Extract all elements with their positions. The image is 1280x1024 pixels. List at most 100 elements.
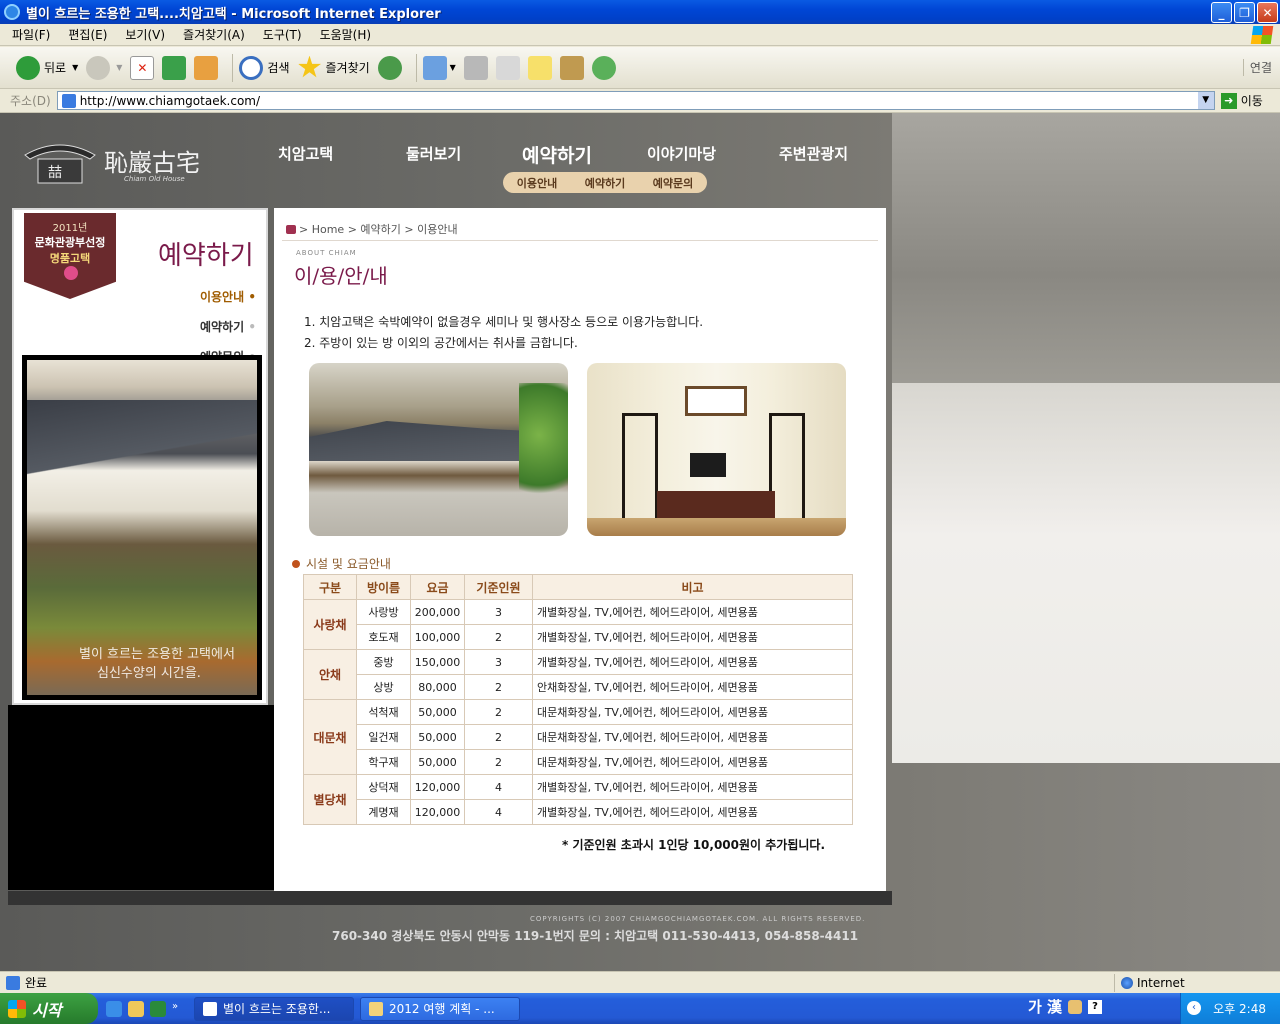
menu-tools[interactable]: 도구(T) [263,26,302,43]
status-bar: 완료 Internet [0,971,1280,993]
maximize-button[interactable]: ❐ [1234,2,1255,23]
history-button[interactable] [377,55,402,80]
mail-button[interactable]: ▼ [422,55,456,80]
window-title: 별이 흐르는 조용한 고택....치암고택 - Microsoft Intern… [26,6,441,22]
room-note: 개별화장실, TV,에어컨, 헤어드라이어, 세면용품 [532,599,853,625]
room-fee: 120,000 [410,799,465,825]
excel-quicklaunch-icon[interactable] [150,1000,166,1017]
room-people: 2 [464,699,533,725]
surcharge-note: * 기준인원 초과시 1인당 10,000원이 추가됩니다. [562,838,826,852]
nav-reservation[interactable]: 예약하기 [522,141,592,168]
edit-button[interactable] [495,55,520,80]
header-fee: 요금 [410,574,465,600]
room-people: 3 [464,649,533,675]
stop-button[interactable]: ✕ [130,55,155,80]
room-people: 2 [464,674,533,700]
chevron-right-icon[interactable]: » [172,1001,188,1017]
main-content: > Home > 예약하기 > 이용안내 ABOUT CHIAM 이/용/안/내… [274,208,886,896]
search-icon [239,55,264,80]
ie-quicklaunch-icon[interactable] [106,1000,122,1017]
bullet-icon [292,559,300,568]
note-icon [527,55,552,80]
messenger-button[interactable] [591,55,616,80]
nav-story[interactable]: 이야기마당 [647,143,716,164]
breadcrumb-section[interactable]: 예약하기 [360,221,400,237]
sidebar-title: 예약하기 [158,241,254,271]
printer-icon [463,55,488,80]
breadcrumb-home[interactable]: Home [312,223,344,236]
links-label[interactable]: 연결 [1242,59,1272,76]
ime-indicator[interactable]: 가 漢 ? [1028,996,1103,1017]
page-icon [61,93,76,108]
group-name: 별당채 [303,774,357,825]
group-name: 대문채 [303,699,357,775]
minimize-button[interactable]: _ [1211,2,1232,23]
discuss-button[interactable] [527,55,552,80]
dropdown-icon[interactable]: ▼ [72,63,78,72]
menu-file[interactable]: 파일(F) [12,26,50,43]
room-name: 상덕재 [356,774,411,800]
close-button[interactable]: ✕ [1257,2,1278,23]
site-logo[interactable]: 喆 恥巖古宅 Chiam Old House [20,133,220,188]
zone-label: Internet [1137,976,1185,990]
menu-favorites[interactable]: 즐겨찾기(A) [183,26,245,43]
table-row: 상방 80,000 2 안채화장실, TV,에어컨, 헤어드라이어, 세면용품 [304,674,853,700]
dropdown-icon[interactable]: ▼ [116,63,122,72]
star-icon [297,55,322,78]
table-header-row: 구분 방이름 요금 기준인원 비고 [303,574,853,600]
room-people: 2 [464,749,533,775]
start-button[interactable]: 시작 [0,993,98,1024]
subnav-inquiry[interactable]: 예약문의 [653,175,693,191]
photo-caption: 별이 흐르는 조용한 고택에서 심신수양의 시간을. [79,647,235,681]
home-button[interactable] [194,55,219,80]
room-name: 중방 [356,649,411,675]
ie-icon [4,4,20,20]
favorites-label: 즐겨찾기 [325,61,370,75]
subnav-reserve[interactable]: 예약하기 [585,175,625,191]
refresh-icon [162,55,187,80]
research-button[interactable] [559,55,584,80]
menu-view[interactable]: 보기(V) [125,26,165,43]
folder-quicklaunch-icon[interactable] [128,1000,144,1017]
tray-expand-icon[interactable]: ‹ [1187,1001,1201,1015]
back-button[interactable]: 뒤로 ▼ [16,55,78,80]
back-label: 뒤로 [44,61,67,75]
dropdown-icon[interactable]: ▼ [450,63,456,72]
document-icon [369,1001,383,1016]
ie-icon [203,1001,217,1016]
subnav-usage[interactable]: 이용안내 [517,175,557,191]
table-row: 일건재 50,000 2 대문채화장실, TV,에어컨, 헤어드라이어, 세면용… [304,724,853,750]
room-fee: 50,000 [410,699,465,725]
taskbar-item-ie[interactable]: 별이 흐르는 조용한... [194,996,354,1021]
page-title: 이/용/안/내 [294,264,388,288]
nav-chiamgotaek[interactable]: 치암고택 [278,143,333,164]
room-name: 상방 [356,674,411,700]
windows-logo-icon [1250,26,1274,44]
usage-notes: 1. 치암고택은 숙박예약이 없을경우 세미나 및 행사장소 등으로 이용가능합… [304,312,703,354]
room-note: 개별화장실, TV,에어컨, 헤어드라이어, 세면용품 [532,799,853,825]
table-row: 대문채 석척재 50,000 2 대문채화장실, TV,에어컨, 헤어드라이어,… [303,699,853,775]
note-1: 1. 치암고택은 숙박예약이 없을경우 세미나 및 행사장소 등으로 이용가능합… [304,315,704,329]
print-button[interactable] [463,55,488,80]
nav-tour[interactable]: 둘러보기 [406,143,461,164]
room-fee: 150,000 [410,649,465,675]
room-name: 학구재 [356,749,411,775]
security-zone: Internet [1114,974,1185,992]
nav-nearby[interactable]: 주변관광지 [779,143,848,164]
favorites-button[interactable]: 즐겨찾기 [297,55,370,80]
address-dropdown-icon[interactable]: ▼ [1197,92,1214,109]
menu-edit[interactable]: 편집(E) [68,26,107,43]
go-button[interactable]: ➜ 이동 [1220,92,1263,109]
room-note: 대문채화장실, TV,에어컨, 헤어드라이어, 세면용품 [532,749,853,775]
search-button[interactable]: 검색 [239,55,290,80]
taskbar-item-doc[interactable]: 2012 여행 계획 - ... [360,996,520,1021]
refresh-button[interactable] [162,55,187,80]
sidebar-item-usage[interactable]: 이용안내 • [200,288,256,305]
group-name: 안채 [303,649,357,700]
sidebar-item-reserve[interactable]: 예약하기 • [200,318,256,335]
logo-subtext: Chiam Old House [124,175,185,183]
menu-help[interactable]: 도움말(H) [320,26,372,43]
search-label: 검색 [267,61,290,75]
forward-button[interactable]: ▼ [86,55,122,80]
address-input[interactable]: http://www.chiamgotaek.com/ ▼ [56,91,1215,110]
